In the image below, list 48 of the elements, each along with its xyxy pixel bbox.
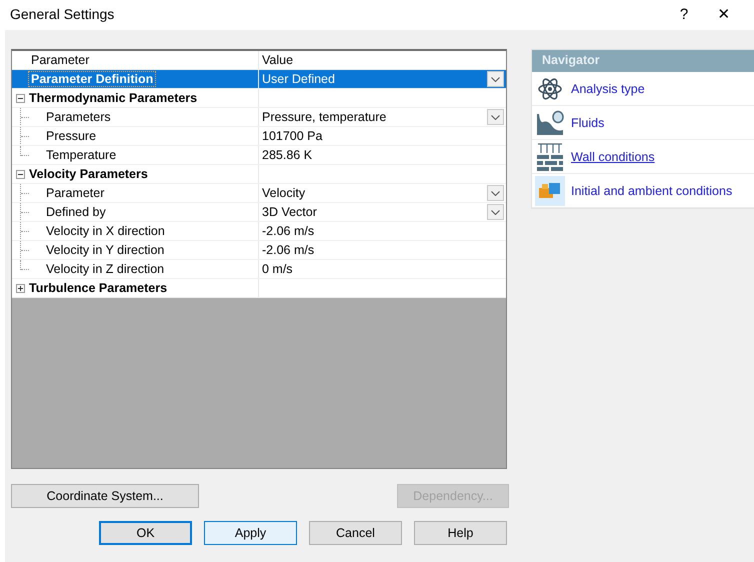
panel-title: Navigator bbox=[532, 50, 754, 72]
dropdown-button[interactable] bbox=[487, 185, 504, 201]
property-label[interactable]: Parameter bbox=[42, 186, 104, 200]
chevron-down-icon bbox=[491, 76, 500, 82]
dialog-button[interactable]: OK bbox=[99, 521, 192, 545]
property-label[interactable]: Defined by bbox=[42, 205, 106, 219]
value-cell[interactable]: Pressure, temperature bbox=[259, 110, 487, 124]
value-cell[interactable]: -2.06 m/s bbox=[259, 243, 506, 257]
column-header: Parameter bbox=[12, 51, 259, 69]
navigator-link[interactable]: Fluids bbox=[571, 116, 604, 130]
dialog-button[interactable]: Help bbox=[414, 521, 507, 545]
dropdown-button[interactable] bbox=[487, 71, 504, 87]
column-header: Value bbox=[261, 52, 294, 69]
collapse-icon[interactable] bbox=[16, 170, 25, 178]
brick-wall-icon bbox=[536, 142, 564, 170]
dialog-button[interactable]: Cancel bbox=[309, 521, 402, 545]
dropdown-button[interactable] bbox=[487, 109, 504, 125]
property-label[interactable]: Velocity in Y direction bbox=[42, 243, 164, 257]
value-cell[interactable]: 101700 Pa bbox=[259, 129, 506, 143]
navigator-link[interactable]: Analysis type bbox=[571, 82, 645, 96]
group-label[interactable]: Velocity Parameters bbox=[25, 167, 148, 181]
dialog-button[interactable]: Apply bbox=[204, 521, 297, 545]
property-label[interactable]: Parameters bbox=[42, 110, 111, 124]
chevron-down-icon bbox=[491, 114, 500, 120]
property-label[interactable]: Temperature bbox=[42, 148, 116, 162]
value-cell[interactable]: Velocity bbox=[259, 186, 487, 200]
help-button[interactable]: ? bbox=[664, 6, 704, 22]
property-label[interactable]: Velocity in X direction bbox=[42, 224, 165, 238]
value-cell[interactable]: 3D Vector bbox=[259, 205, 487, 219]
close-button[interactable]: ✕ bbox=[704, 5, 744, 23]
navigator-link[interactable]: Wall conditions bbox=[571, 150, 655, 164]
chevron-down-icon bbox=[491, 190, 500, 196]
value-cell[interactable]: User Defined bbox=[259, 72, 487, 86]
property-label[interactable]: Pressure bbox=[42, 129, 96, 143]
navigator-link[interactable]: Initial and ambient conditions bbox=[571, 184, 732, 198]
dropdown-button[interactable] bbox=[487, 204, 504, 220]
value-cell[interactable]: 0 m/s bbox=[259, 262, 506, 276]
value-cell[interactable]: -2.06 m/s bbox=[259, 224, 506, 238]
collapse-icon[interactable] bbox=[16, 94, 25, 102]
property-label[interactable]: Parameter Definition bbox=[29, 72, 156, 86]
dialog-button[interactable]: Coordinate System... bbox=[11, 484, 199, 508]
chevron-down-icon bbox=[491, 210, 500, 214]
window-title: General Settings bbox=[10, 6, 116, 22]
property-label[interactable]: Velocity in Z direction bbox=[42, 262, 164, 276]
expand-icon[interactable] bbox=[16, 284, 25, 292]
value-cell[interactable]: 285.86 K bbox=[259, 148, 506, 162]
atom-icon bbox=[537, 76, 563, 100]
landscape-drop-icon bbox=[536, 110, 564, 136]
